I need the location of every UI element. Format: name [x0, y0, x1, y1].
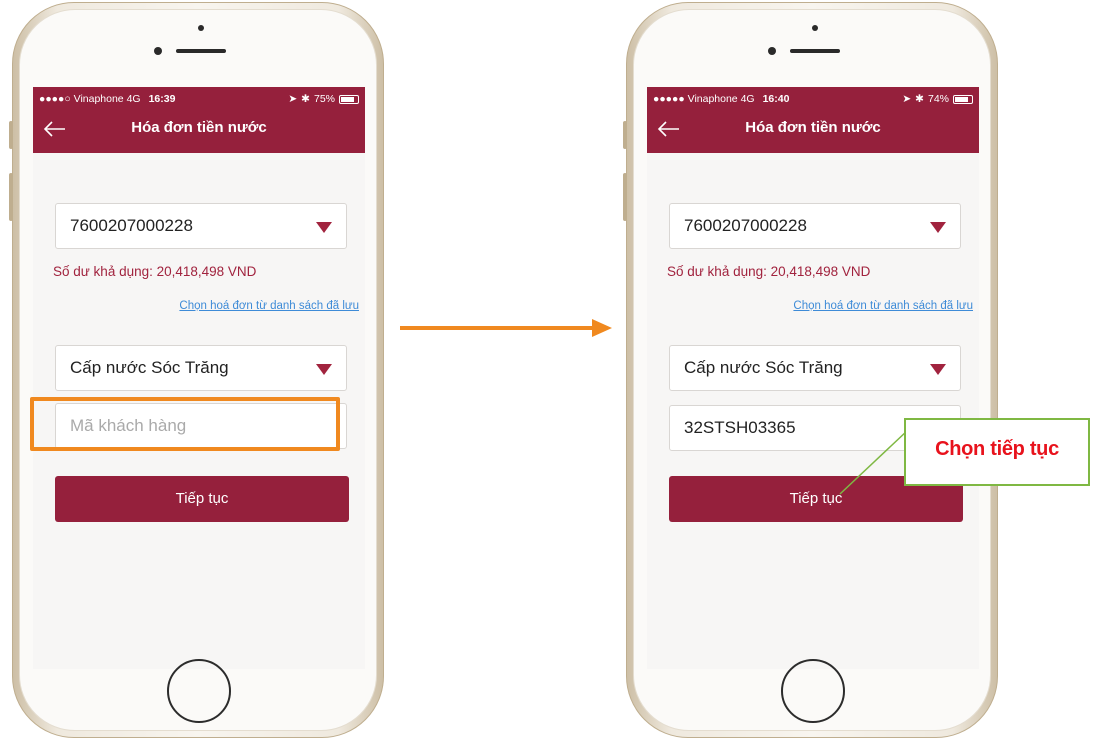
input-highlight-frame — [30, 397, 340, 451]
bluetooth-icon: ✱ — [915, 93, 924, 105]
app-screen: ●●●●● Vinaphone 4G 16:40 ➤ ✱ 74% Hóa đơn … — [647, 87, 979, 669]
battery-icon — [953, 94, 973, 104]
app-screen: ●●●●○ Vinaphone 4G 16:39 ➤ ✱ 75% Hóa đơn … — [33, 87, 365, 669]
bluetooth-icon: ✱ — [301, 93, 310, 105]
speaker-grille — [790, 49, 840, 53]
status-icons: ➤ ✱ 75% — [288, 93, 359, 105]
status-bar: ●●●●● Vinaphone 4G 16:40 — [653, 93, 789, 105]
account-number: 7600207000228 — [70, 216, 193, 235]
callout-connector-line — [839, 429, 909, 495]
dropdown-caret-icon — [930, 222, 946, 233]
carrier-label: ●●●●● Vinaphone 4G — [653, 93, 755, 105]
page-title: Hóa đơn tiền nước — [745, 119, 881, 136]
location-icon: ➤ — [902, 93, 912, 105]
battery-percent: 74% — [927, 93, 949, 105]
side-button — [623, 121, 627, 149]
camera-icon — [812, 25, 818, 31]
app-header: ●●●●● Vinaphone 4G 16:40 ➤ ✱ 74% Hóa đơn … — [647, 87, 979, 153]
carrier-label: ●●●●○ Vinaphone 4G — [39, 93, 141, 105]
saved-bills-link[interactable]: Chọn hoá đơn từ danh sách đã lưu — [179, 300, 359, 312]
account-select[interactable]: 7600207000228 — [669, 203, 961, 249]
status-bar: ●●●●○ Vinaphone 4G 16:39 — [39, 93, 175, 105]
status-icons: ➤ ✱ 74% — [902, 93, 973, 105]
account-select[interactable]: 7600207000228 — [55, 203, 347, 249]
speaker-grille — [176, 49, 226, 53]
account-number: 7600207000228 — [684, 216, 807, 235]
phone-mockup-right: ●●●●● Vinaphone 4G 16:40 ➤ ✱ 74% Hóa đơn … — [623, 2, 998, 738]
continue-button[interactable]: Tiếp tục — [55, 476, 349, 522]
dropdown-caret-icon — [930, 364, 946, 375]
saved-bills-link[interactable]: Chọn hoá đơn từ danh sách đã lưu — [793, 300, 973, 312]
provider-select[interactable]: Cấp nước Sóc Trăng — [55, 345, 347, 391]
available-balance: Số dư khả dụng: 20,418,498 VND — [53, 264, 257, 279]
dropdown-caret-icon — [316, 364, 332, 375]
clock: 16:40 — [762, 93, 790, 105]
next-step-arrow-icon — [400, 319, 612, 337]
side-button — [623, 173, 627, 221]
clock: 16:39 — [148, 93, 176, 105]
location-icon: ➤ — [288, 93, 298, 105]
battery-icon — [339, 94, 359, 104]
available-balance: Số dư khả dụng: 20,418,498 VND — [667, 264, 871, 279]
side-button — [9, 173, 13, 221]
instruction-callout: Chọn tiếp tục — [904, 418, 1090, 486]
page-title: Hóa đơn tiền nước — [131, 119, 267, 136]
side-button — [9, 121, 13, 149]
callout-text: Chọn tiếp tục — [935, 438, 1059, 460]
provider-name: Cấp nước Sóc Trăng — [70, 358, 229, 377]
app-header: ●●●●○ Vinaphone 4G 16:39 ➤ ✱ 75% Hóa đơn … — [33, 87, 365, 153]
dropdown-caret-icon — [316, 222, 332, 233]
home-button — [167, 659, 231, 723]
sensor-icon — [768, 47, 776, 55]
provider-name: Cấp nước Sóc Trăng — [684, 358, 843, 377]
battery-percent: 75% — [313, 93, 335, 105]
camera-icon — [198, 25, 204, 31]
provider-select[interactable]: Cấp nước Sóc Trăng — [669, 345, 961, 391]
home-button — [781, 659, 845, 723]
sensor-icon — [154, 47, 162, 55]
phone-mockup-left: ●●●●○ Vinaphone 4G 16:39 ➤ ✱ 75% Hóa đơn … — [9, 2, 384, 738]
